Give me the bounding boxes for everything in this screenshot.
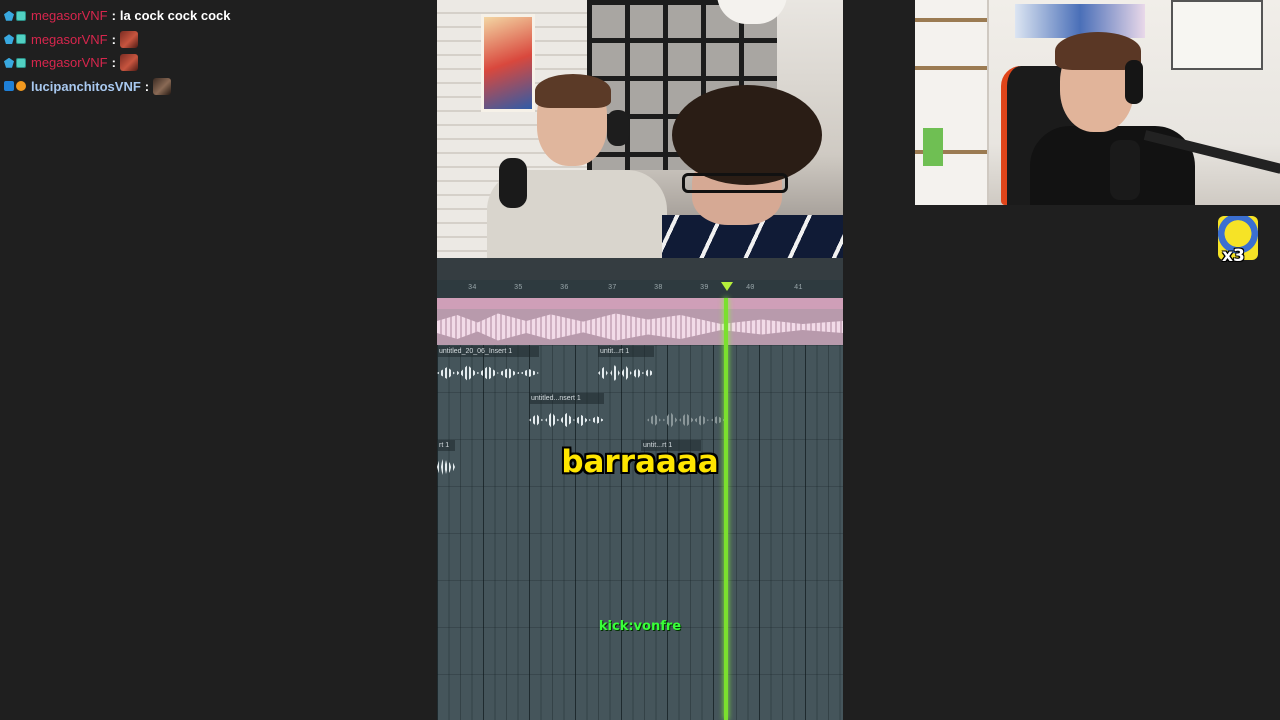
chat-text: la cock cock cock [119,8,231,24]
channel-watermark: kick:vonfre [598,619,682,634]
chat-separator: : [111,31,116,47]
daw-toolbar [437,258,843,281]
master-audio-clip[interactable] [437,298,843,345]
emote-combo: x3 [1216,216,1260,268]
chat-message: megasorVNF : [4,28,424,52]
subscriber-badge-icon [16,57,26,68]
chat-separator: : [144,78,150,94]
clip-waveform [647,412,725,428]
chat-overlay: megasorVNF : la cock cock cock megasorVN… [4,4,424,98]
microphone-icon [499,158,527,208]
gem-badge-icon [4,57,14,68]
clip-waveform [598,365,654,381]
chat-message: megasorVNF : [4,51,424,75]
clip-title-empty [647,393,725,404]
clip-title: untitled...nsert 1 [529,393,604,404]
streamer-webcam [915,0,1280,205]
person-left [477,74,667,258]
ruler-tick: 35 [514,284,523,292]
vip-badge-icon [4,81,14,92]
ruler-tick: 37 [608,284,617,292]
ruler-tick: 36 [560,284,569,292]
shelf-board [915,66,987,70]
audio-clip[interactable]: untitled...nsert 1 [529,393,604,430]
person-right [662,85,843,258]
chat-username[interactable]: lucipanchitosVNF [31,79,141,94]
ruler-tick: 34 [468,284,477,292]
ruler-tick: 39 [700,284,709,292]
master-waveform [437,313,843,341]
creeper-figure-icon [923,128,943,166]
headphones-icon [607,110,629,146]
chat-username[interactable]: megasorVNF [31,32,108,47]
playhead-line[interactable] [724,298,728,720]
clip-waveform [437,365,539,381]
angry-face-emote-icon [119,30,138,48]
headphones-icon [1125,60,1143,104]
gem-badge-icon [4,34,14,45]
subscriber-badge-icon [16,34,26,45]
audio-clip[interactable]: untit...rt 1 [598,346,654,383]
bookshelf [915,0,989,205]
ruler-tick: 41 [794,284,803,292]
emote-count: x3 [1222,246,1245,266]
audio-clip-faint[interactable] [647,393,725,430]
glasses-icon [682,173,788,193]
chat-separator: : [111,55,116,71]
gift-badge-icon [16,81,26,92]
clip-title: untit...rt 1 [598,346,654,357]
chat-message: megasorVNF : la cock cock cock [4,4,424,28]
angry-face-emote-icon [119,54,138,72]
master-clip-header [437,298,843,309]
gem-badge-icon [4,10,14,21]
clip-title: untitled_20_06_Insert 1 [437,346,539,357]
face-emote-icon [153,77,172,95]
audio-clip[interactable]: untitled_20_06_Insert 1 [437,346,539,383]
timeline-ruler[interactable]: 34 35 36 37 38 39 40 41 [437,280,843,298]
chat-separator: : [111,8,116,24]
microphone-icon [1110,140,1140,200]
chat-username[interactable]: megasorVNF [31,8,108,23]
chat-message: lucipanchitosVNF : [4,75,424,99]
daw-playlist[interactable]: 34 35 36 37 38 39 40 41 untitled_20_06_I… [437,258,843,720]
clip-waveform [529,412,604,428]
person-right-hair [672,85,822,185]
framed-sketch [1171,0,1263,70]
playlist-grid[interactable] [437,345,843,720]
ruler-tick: 40 [746,284,755,292]
chat-username[interactable]: megasorVNF [31,55,108,70]
subscriber-badge-icon [16,10,26,21]
shelf-board [915,18,987,22]
ruler-tick: 38 [654,284,663,292]
playhead-marker-icon[interactable] [721,282,733,291]
caption-text: barraaaa [561,444,719,480]
main-video-feed [437,0,843,258]
person-left-hair [535,74,611,108]
